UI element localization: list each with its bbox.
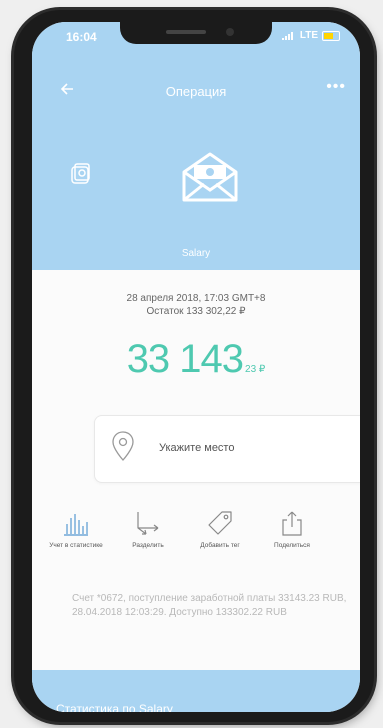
category-name: Salary bbox=[181, 248, 211, 259]
operation-description: Счет *0672, поступление заработной платы… bbox=[72, 593, 347, 618]
split-button[interactable]: Разделить bbox=[114, 510, 182, 550]
app-screen: 16:04 LTE Операция ••• Salary 28 апреля … bbox=[32, 22, 360, 712]
speaker bbox=[166, 30, 206, 34]
status-icons: LTE bbox=[281, 30, 340, 41]
bar-chart-icon bbox=[64, 514, 88, 536]
camera bbox=[226, 28, 234, 36]
operation-date: 28 апреля 2018, 17:03 GMT+8 bbox=[126, 293, 266, 304]
location-pin-icon bbox=[111, 430, 135, 467]
device-notch bbox=[120, 22, 272, 44]
split-label: Разделить bbox=[132, 542, 164, 549]
header-area bbox=[32, 22, 360, 270]
envelope-money-icon bbox=[182, 152, 238, 202]
stats-toggle-button[interactable]: Учет в статистике bbox=[42, 510, 110, 550]
category-stats-button[interactable]: Статистика по Salary bbox=[32, 670, 360, 712]
tag-icon bbox=[208, 511, 232, 535]
add-tag-button[interactable]: Добавить тег bbox=[186, 510, 254, 550]
place-placeholder: Укажите место bbox=[159, 442, 235, 454]
more-icon: ••• bbox=[326, 78, 346, 95]
amount-main: 33 143 bbox=[126, 337, 244, 381]
share-icon bbox=[282, 511, 302, 536]
category-icon bbox=[180, 152, 240, 209]
battery-icon bbox=[322, 30, 340, 41]
stats-toggle-label: Учет в статистике bbox=[49, 542, 103, 549]
network-label: LTE bbox=[299, 30, 318, 41]
split-arrows-icon bbox=[137, 512, 159, 535]
category-stats-label: Статистика по Salary bbox=[56, 702, 173, 712]
operation-meta: 28 апреля 2018, 17:03 GMT+8 Остаток 133 … bbox=[32, 292, 360, 318]
status-time: 16:04 bbox=[66, 30, 97, 44]
place-field[interactable]: Укажите место bbox=[94, 415, 360, 483]
operation-amount: 33 143 23 ₽ bbox=[32, 337, 360, 382]
signal-icon bbox=[281, 31, 293, 40]
amount-fraction: 23 ₽ bbox=[245, 364, 266, 375]
account-balance: Остаток 133 302,22 ₽ bbox=[146, 306, 246, 317]
add-tag-label: Добавить тег bbox=[200, 542, 240, 549]
receipt-button[interactable] bbox=[70, 162, 92, 191]
receipt-photo-icon bbox=[71, 163, 90, 184]
page-title: Операция bbox=[165, 84, 227, 99]
share-label: Поделиться bbox=[274, 542, 310, 549]
more-menu-button[interactable]: ••• bbox=[326, 78, 346, 96]
share-button[interactable]: Поделиться bbox=[258, 510, 326, 550]
